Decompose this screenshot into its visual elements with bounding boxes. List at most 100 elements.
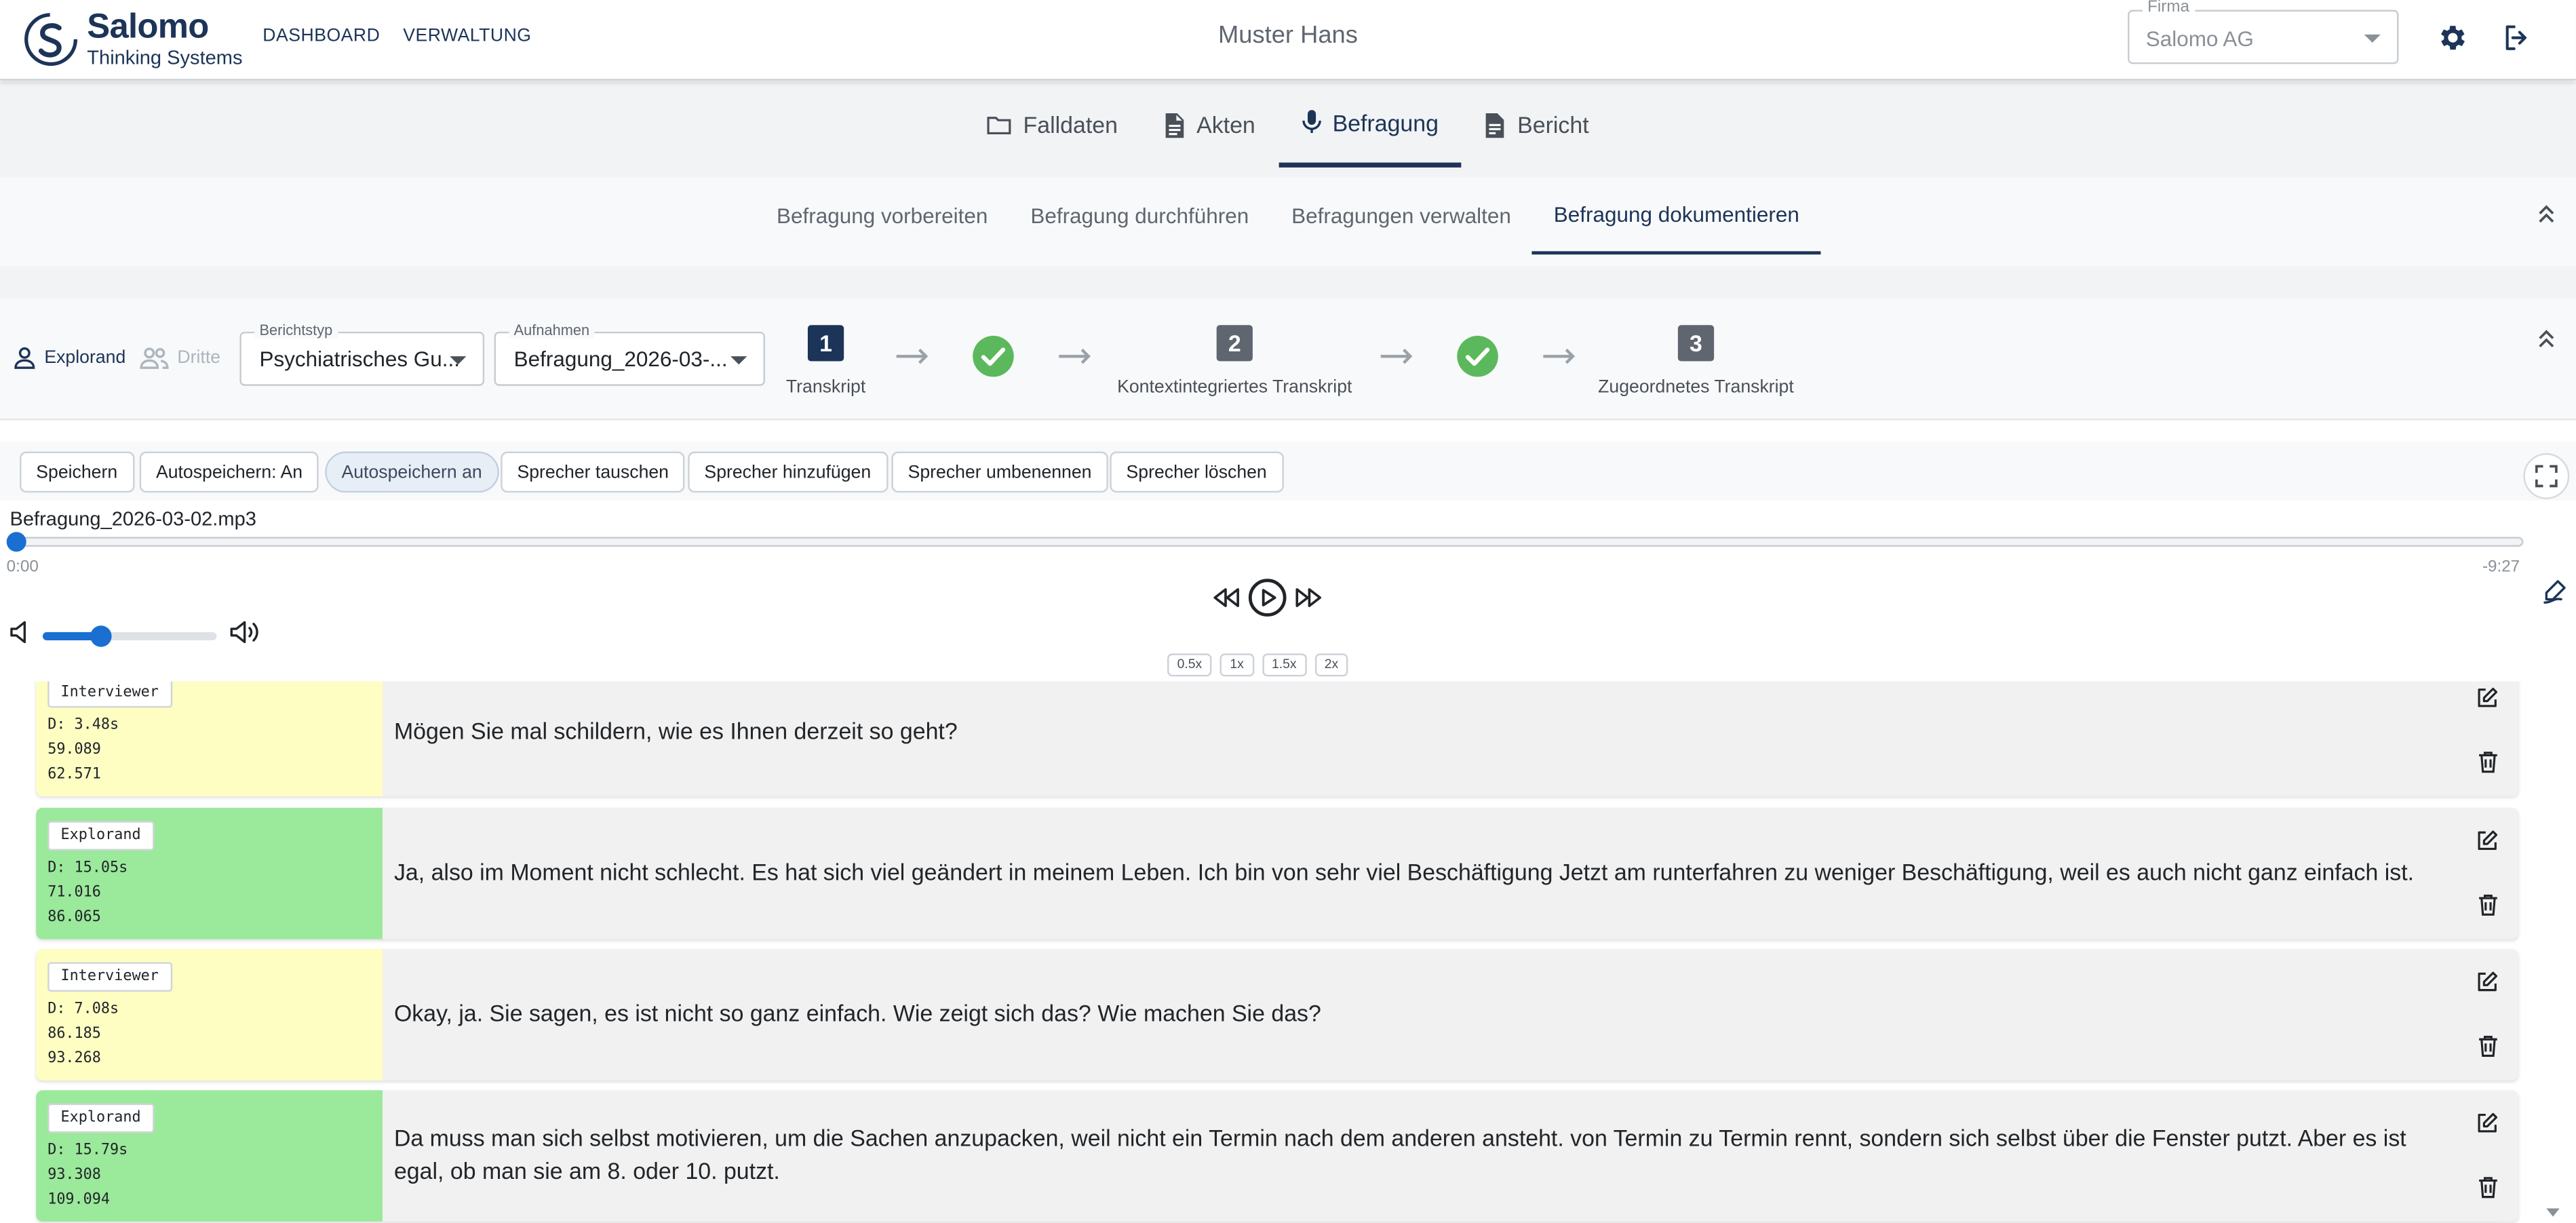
remaining-time: -9:27 xyxy=(2482,558,2520,577)
speaker-tag[interactable]: Explorand xyxy=(47,821,155,851)
segment-meta-panel: Interviewer D: 7.08s 86.185 93.268 xyxy=(36,949,383,1081)
fullscreen-button[interactable] xyxy=(2523,453,2570,499)
sub-tabs: Befragung vorbereiten Befragung durchfüh… xyxy=(0,177,2576,266)
segment-text[interactable]: Da muss man sich selbst motivieren, um d… xyxy=(394,1121,2440,1187)
edit-icon[interactable] xyxy=(2476,971,2499,1002)
tab-befragung[interactable]: Befragung xyxy=(1278,82,1462,168)
step-label: Zugeordnetes Transkript xyxy=(1598,377,1794,397)
document-icon xyxy=(1164,112,1185,138)
people-icon xyxy=(140,347,169,369)
person-icon xyxy=(14,347,35,369)
step-label: Transkript xyxy=(785,377,866,397)
microphone-icon xyxy=(1302,110,1321,134)
speaker-tag[interactable]: Explorand xyxy=(47,1103,155,1133)
subtab-verwalten[interactable]: Befragungen verwalten xyxy=(1270,177,1533,254)
speed-1-5x-button[interactable]: 1.5x xyxy=(1262,653,1307,677)
nav-dashboard[interactable]: DASHBOARD xyxy=(262,26,380,46)
swap-speaker-button[interactable]: Sprecher tauschen xyxy=(501,451,686,493)
volume-up-icon[interactable] xyxy=(230,619,262,654)
tab-befragung-label: Befragung xyxy=(1332,109,1439,136)
step-number: 1 xyxy=(807,325,844,362)
tab-bericht[interactable]: Bericht xyxy=(1462,82,1612,168)
segment-duration: D: 7.08s xyxy=(47,1001,119,1018)
subtab-durchfuehren[interactable]: Befragung durchführen xyxy=(1009,177,1270,254)
tab-falldaten[interactable]: Falldaten xyxy=(964,82,1140,168)
logo[interactable]: Salomo Thinking Systems xyxy=(21,7,243,73)
trash-icon[interactable] xyxy=(2478,1176,2499,1207)
segment-start: 93.308 xyxy=(47,1167,101,1184)
chevron-down-icon xyxy=(2364,34,2381,43)
segment-timing: D: 7.08s 86.185 93.268 xyxy=(47,998,119,1072)
collapse-up-icon[interactable] xyxy=(2535,327,2558,358)
step-zugeordnetes-transkript[interactable]: 3 Zugeordnetes Transkript xyxy=(1589,325,1803,397)
nav-verwaltung[interactable]: VERWALTUNG xyxy=(403,26,531,46)
autosave-status-chip: Autospeichern an xyxy=(325,451,499,493)
audio-progress-track[interactable] xyxy=(16,537,2524,547)
subtab-dokumentieren[interactable]: Befragung dokumentieren xyxy=(1532,177,1821,255)
party-dritte[interactable]: Dritte xyxy=(140,347,220,370)
segment-duration: D: 3.48s xyxy=(47,717,119,735)
segment-duration: D: 15.05s xyxy=(47,860,128,877)
segment-start: 71.016 xyxy=(47,885,101,901)
report-icon xyxy=(1485,112,1506,138)
aufnahmen-value: Befragung_2026-03-... xyxy=(513,346,728,372)
trash-icon[interactable] xyxy=(2478,893,2499,925)
volume-control xyxy=(10,619,263,654)
subtab-vorbereiten[interactable]: Befragung vorbereiten xyxy=(756,177,1009,254)
segment-text[interactable]: Mögen Sie mal schildern, wie es Ihnen de… xyxy=(394,714,2440,747)
step-number: 2 xyxy=(1216,325,1253,362)
party-explorand-label: Explorand xyxy=(44,348,126,368)
delete-speaker-button[interactable]: Sprecher löschen xyxy=(1110,451,1283,493)
brand-tagline: Thinking Systems xyxy=(87,45,243,69)
step-transkript[interactable]: 1 Transkript xyxy=(760,325,892,397)
transcript-segment[interactable]: Explorand D: 15.79s 93.308 109.094 Da mu… xyxy=(36,1090,2519,1222)
logout-icon[interactable] xyxy=(2501,21,2533,62)
transcript-segment[interactable]: Explorand D: 15.05s 71.016 86.065 Ja, al… xyxy=(36,807,2519,939)
berichtstyp-value: Psychiatrisches Gu... xyxy=(259,346,461,372)
step-number: 3 xyxy=(1677,325,1715,362)
edit-icon[interactable] xyxy=(2476,1112,2499,1143)
volume-mute-icon[interactable] xyxy=(10,621,30,652)
edit-icon[interactable] xyxy=(2476,829,2499,860)
volume-slider[interactable] xyxy=(42,625,217,647)
segment-start: 86.185 xyxy=(47,1026,101,1043)
trash-icon[interactable] xyxy=(2478,1034,2499,1066)
signature-pen-icon[interactable] xyxy=(2543,578,2573,613)
speed-1x-button[interactable]: 1x xyxy=(1219,653,1254,677)
trash-icon[interactable] xyxy=(2478,750,2499,781)
berichtstyp-select[interactable]: Berichtstyp Psychiatrisches Gu... xyxy=(239,322,485,386)
audio-progress-handle[interactable] xyxy=(6,532,26,552)
segment-meta-panel: Interviewer D: 3.48s 59.089 62.571 xyxy=(36,681,383,796)
speed-2x-button[interactable]: 2x xyxy=(1314,653,1348,677)
workflow-stepper-band: Explorand Dritte Berichtstyp Psychiatris… xyxy=(0,298,2576,421)
brand-name: Salomo xyxy=(87,8,209,46)
speed-0-5x-button[interactable]: 0.5x xyxy=(1167,653,1212,677)
collapse-up-icon[interactable] xyxy=(2535,202,2558,233)
top-nav: DASHBOARD VERWALTUNG xyxy=(262,26,531,46)
segment-text[interactable]: Ja, also im Moment nicht schlecht. Es ha… xyxy=(394,855,2440,888)
speaker-tag[interactable]: Interviewer xyxy=(47,681,172,708)
segment-meta-panel: Explorand D: 15.79s 93.308 109.094 xyxy=(36,1090,383,1222)
tab-akten[interactable]: Akten xyxy=(1141,82,1279,168)
segment-timing: D: 15.79s 93.308 109.094 xyxy=(47,1140,128,1214)
rewind-icon[interactable] xyxy=(1211,586,1241,617)
play-icon[interactable] xyxy=(1248,578,1287,625)
transcript-segment[interactable]: Interviewer D: 3.48s 59.089 62.571 Mögen… xyxy=(36,681,2519,796)
folder-icon xyxy=(987,113,1011,136)
autosave-toggle-button[interactable]: Autospeichern: An xyxy=(139,451,319,493)
scroll-down-arrow[interactable] xyxy=(2546,1208,2560,1217)
volume-slider-handle[interactable] xyxy=(90,625,112,647)
gear-icon[interactable] xyxy=(2436,21,2469,62)
add-speaker-button[interactable]: Sprecher hinzufügen xyxy=(688,451,888,493)
transcript-segment[interactable]: Interviewer D: 7.08s 86.185 93.268 Okay,… xyxy=(36,949,2519,1081)
speaker-tag[interactable]: Interviewer xyxy=(47,962,172,992)
fast-forward-icon[interactable] xyxy=(1293,586,1323,617)
aufnahmen-select[interactable]: Aufnahmen Befragung_2026-03-... xyxy=(494,322,765,386)
firma-select[interactable]: Firma Salomo AG xyxy=(2128,0,2399,64)
segment-text[interactable]: Okay, ja. Sie sagen, es ist nicht so gan… xyxy=(394,996,2440,1029)
save-button[interactable]: Speichern xyxy=(20,451,134,493)
edit-icon[interactable] xyxy=(2476,686,2499,718)
step-kontext-transkript[interactable]: 2 Kontextintegriertes Transkript xyxy=(1104,325,1366,397)
party-explorand[interactable]: Explorand xyxy=(13,347,125,370)
rename-speaker-button[interactable]: Sprecher umbenennen xyxy=(891,451,1108,493)
